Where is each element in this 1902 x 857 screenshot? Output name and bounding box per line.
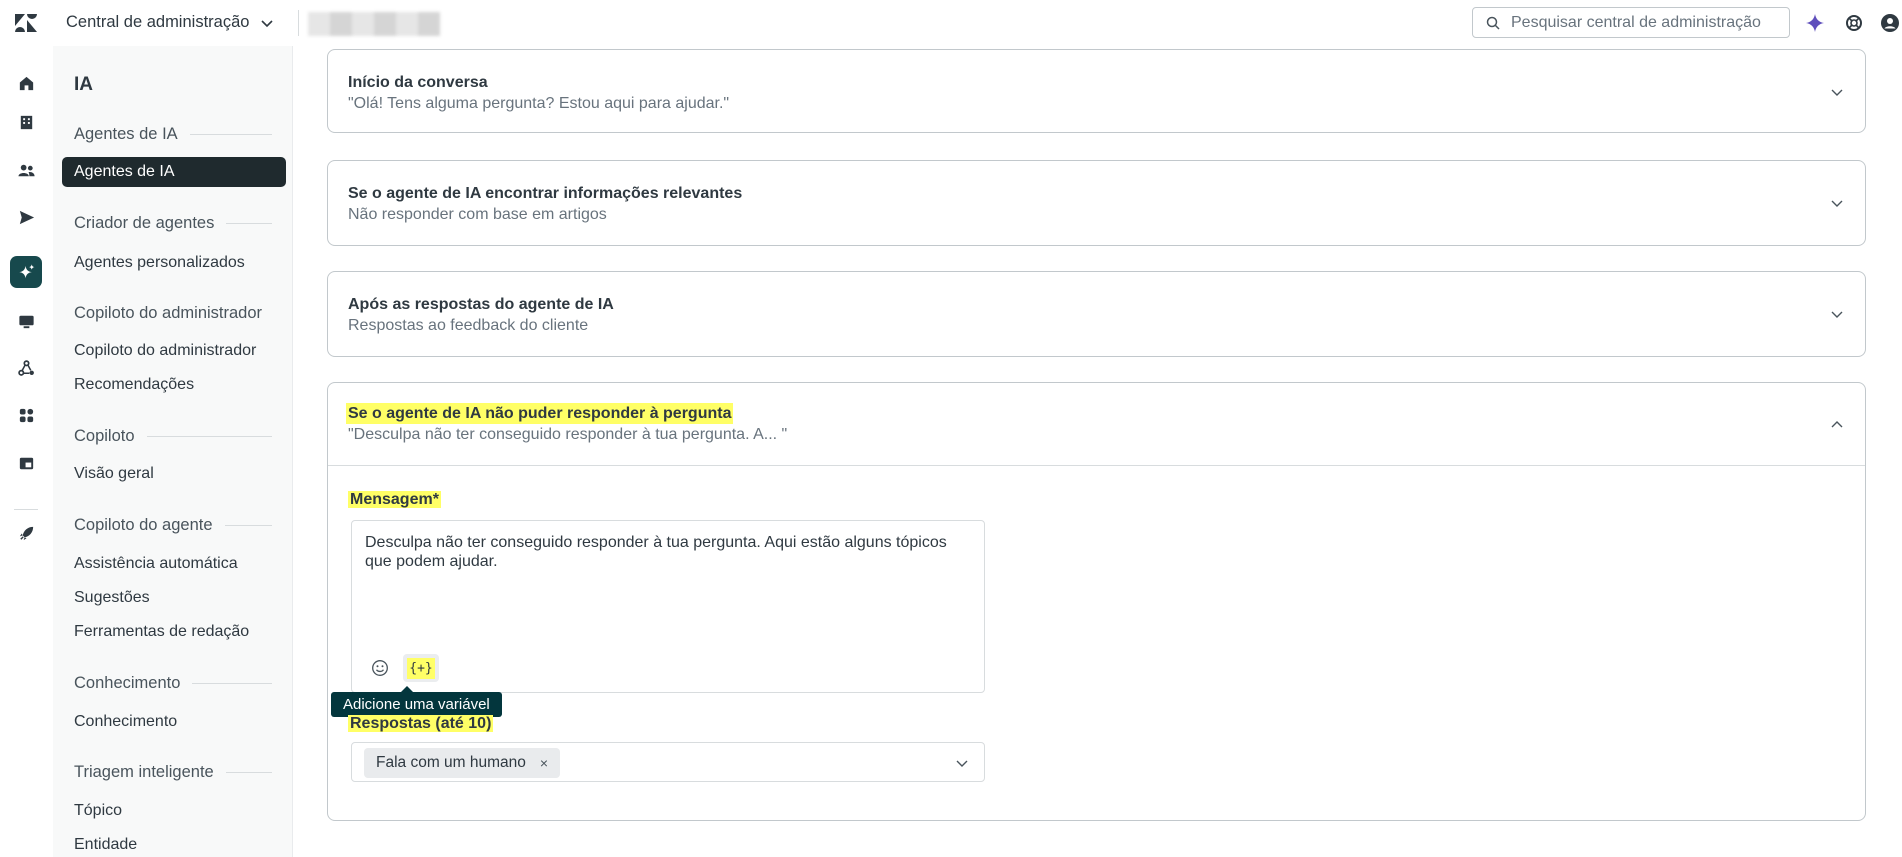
add-variable-button[interactable]: {+}: [403, 654, 439, 682]
product-rail: [0, 46, 53, 857]
chevron-down-icon: [261, 19, 274, 27]
monitor-icon[interactable]: [13, 308, 39, 334]
nav-item-copiloto-admin[interactable]: Copiloto do administrador: [74, 342, 256, 360]
nav-item-agentes-personalizados[interactable]: Agentes personalizados: [74, 254, 245, 272]
nav-group-conhecimento: Conhecimento: [74, 674, 272, 693]
accordion-body: Mensagem* Desculpa não ter conseguido re…: [328, 465, 1865, 820]
chevron-down-icon: [956, 760, 968, 767]
nav-item-visao-geral[interactable]: Visão geral: [74, 465, 154, 483]
chevron-down-icon: [1831, 311, 1843, 318]
search-placeholder: Pesquisar central de administração: [1511, 13, 1761, 31]
send-icon[interactable]: [13, 204, 39, 230]
nav-title: IA: [74, 74, 93, 95]
response-tag-label: Fala com um humano: [376, 754, 526, 771]
nav-item-agentes-ia[interactable]: Agentes de IA: [62, 157, 286, 187]
apps-grid-icon[interactable]: [13, 402, 39, 428]
accordion-informacoes-relevantes: Se o agente de IA encontrar informações …: [327, 160, 1866, 246]
nav-item-recomendacoes[interactable]: Recomendações: [74, 376, 194, 394]
nav-group-copiloto-agente: Copiloto do agente: [74, 516, 272, 535]
smiley-icon: [372, 660, 388, 676]
accordion-header[interactable]: Início da conversa "Olá! Tens alguma per…: [328, 50, 1865, 132]
responses-label: Respostas (até 10): [348, 715, 494, 732]
nav-item-assistencia-automatica[interactable]: Assistência automática: [74, 555, 238, 573]
recycle-icon[interactable]: [13, 355, 39, 381]
remove-tag-icon[interactable]: ×: [540, 755, 548, 771]
ai-sparkle-icon[interactable]: [1804, 12, 1826, 34]
product-switcher[interactable]: Central de administração: [66, 13, 275, 32]
ai-sparkle-icon[interactable]: [10, 256, 42, 288]
accordion-nao-puder-responder: Se o agente de IA não puder responder à …: [327, 382, 1866, 821]
search-input[interactable]: Pesquisar central de administração: [1472, 7, 1790, 38]
emoji-button[interactable]: [366, 654, 394, 682]
response-tag: Fala com um humano ×: [364, 748, 561, 778]
nav-group-copiloto: Copiloto: [74, 427, 272, 446]
nav-item-conhecimento[interactable]: Conhecimento: [74, 713, 177, 731]
search-icon: [1486, 16, 1500, 30]
responses-select[interactable]: Fala com um humano ×: [351, 742, 985, 782]
nav-item-topico[interactable]: Tópico: [74, 802, 122, 820]
product-name: Central de administração: [66, 13, 250, 31]
home-icon[interactable]: [13, 70, 39, 96]
building-icon[interactable]: [13, 109, 39, 135]
people-icon[interactable]: [13, 157, 39, 183]
accordion-header[interactable]: Se o agente de IA encontrar informações …: [328, 161, 1865, 245]
divider: [298, 10, 299, 36]
nav-item-ferramentas-redacao[interactable]: Ferramentas de redação: [74, 623, 249, 641]
rocket-icon[interactable]: [13, 520, 39, 546]
rail-divider: [14, 509, 38, 510]
nav-item-entidade[interactable]: Entidade: [74, 836, 137, 854]
message-text: Desculpa não ter conseguido responder à …: [365, 534, 947, 570]
variable-icon: {+}: [407, 657, 435, 679]
nav-group-triagem: Triagem inteligente: [74, 763, 272, 782]
message-textarea[interactable]: Desculpa não ter conseguido responder à …: [351, 520, 985, 693]
top-bar: Central de administração Pesquisar centr…: [0, 0, 1902, 46]
nav-group-copiloto-admin: Copiloto do administrador: [74, 304, 263, 322]
workspace-icon[interactable]: [13, 450, 39, 476]
secondary-nav: IA Agentes de IA Agentes de IA Criador d…: [53, 46, 293, 857]
nav-group-agentes-ia: Agentes de IA: [74, 125, 272, 144]
zendesk-logo[interactable]: [14, 12, 38, 34]
accordion-inicio-conversa: Início da conversa "Olá! Tens alguma per…: [327, 49, 1866, 133]
accordion-header[interactable]: Se o agente de IA não puder responder à …: [328, 383, 1865, 465]
user-avatar-icon[interactable]: [1879, 12, 1901, 34]
tooltip-add-variable: Adicione uma variável: [331, 686, 502, 717]
accordion-header[interactable]: Após as respostas do agente de IA Respos…: [328, 272, 1865, 356]
nav-group-criador-agentes: Criador de agentes: [74, 214, 272, 233]
main-content: Início da conversa "Olá! Tens alguma per…: [294, 46, 1902, 857]
accordion-apos-respostas: Após as respostas do agente de IA Respos…: [327, 271, 1866, 357]
message-label: Mensagem*: [348, 491, 441, 508]
chevron-down-icon: [1831, 89, 1843, 96]
chevron-down-icon: [1831, 200, 1843, 207]
nav-item-sugestoes[interactable]: Sugestões: [74, 589, 150, 607]
help-lifebuoy-icon[interactable]: [1843, 12, 1865, 34]
blurred-account-name: [308, 12, 440, 36]
chevron-up-icon: [1831, 421, 1843, 428]
